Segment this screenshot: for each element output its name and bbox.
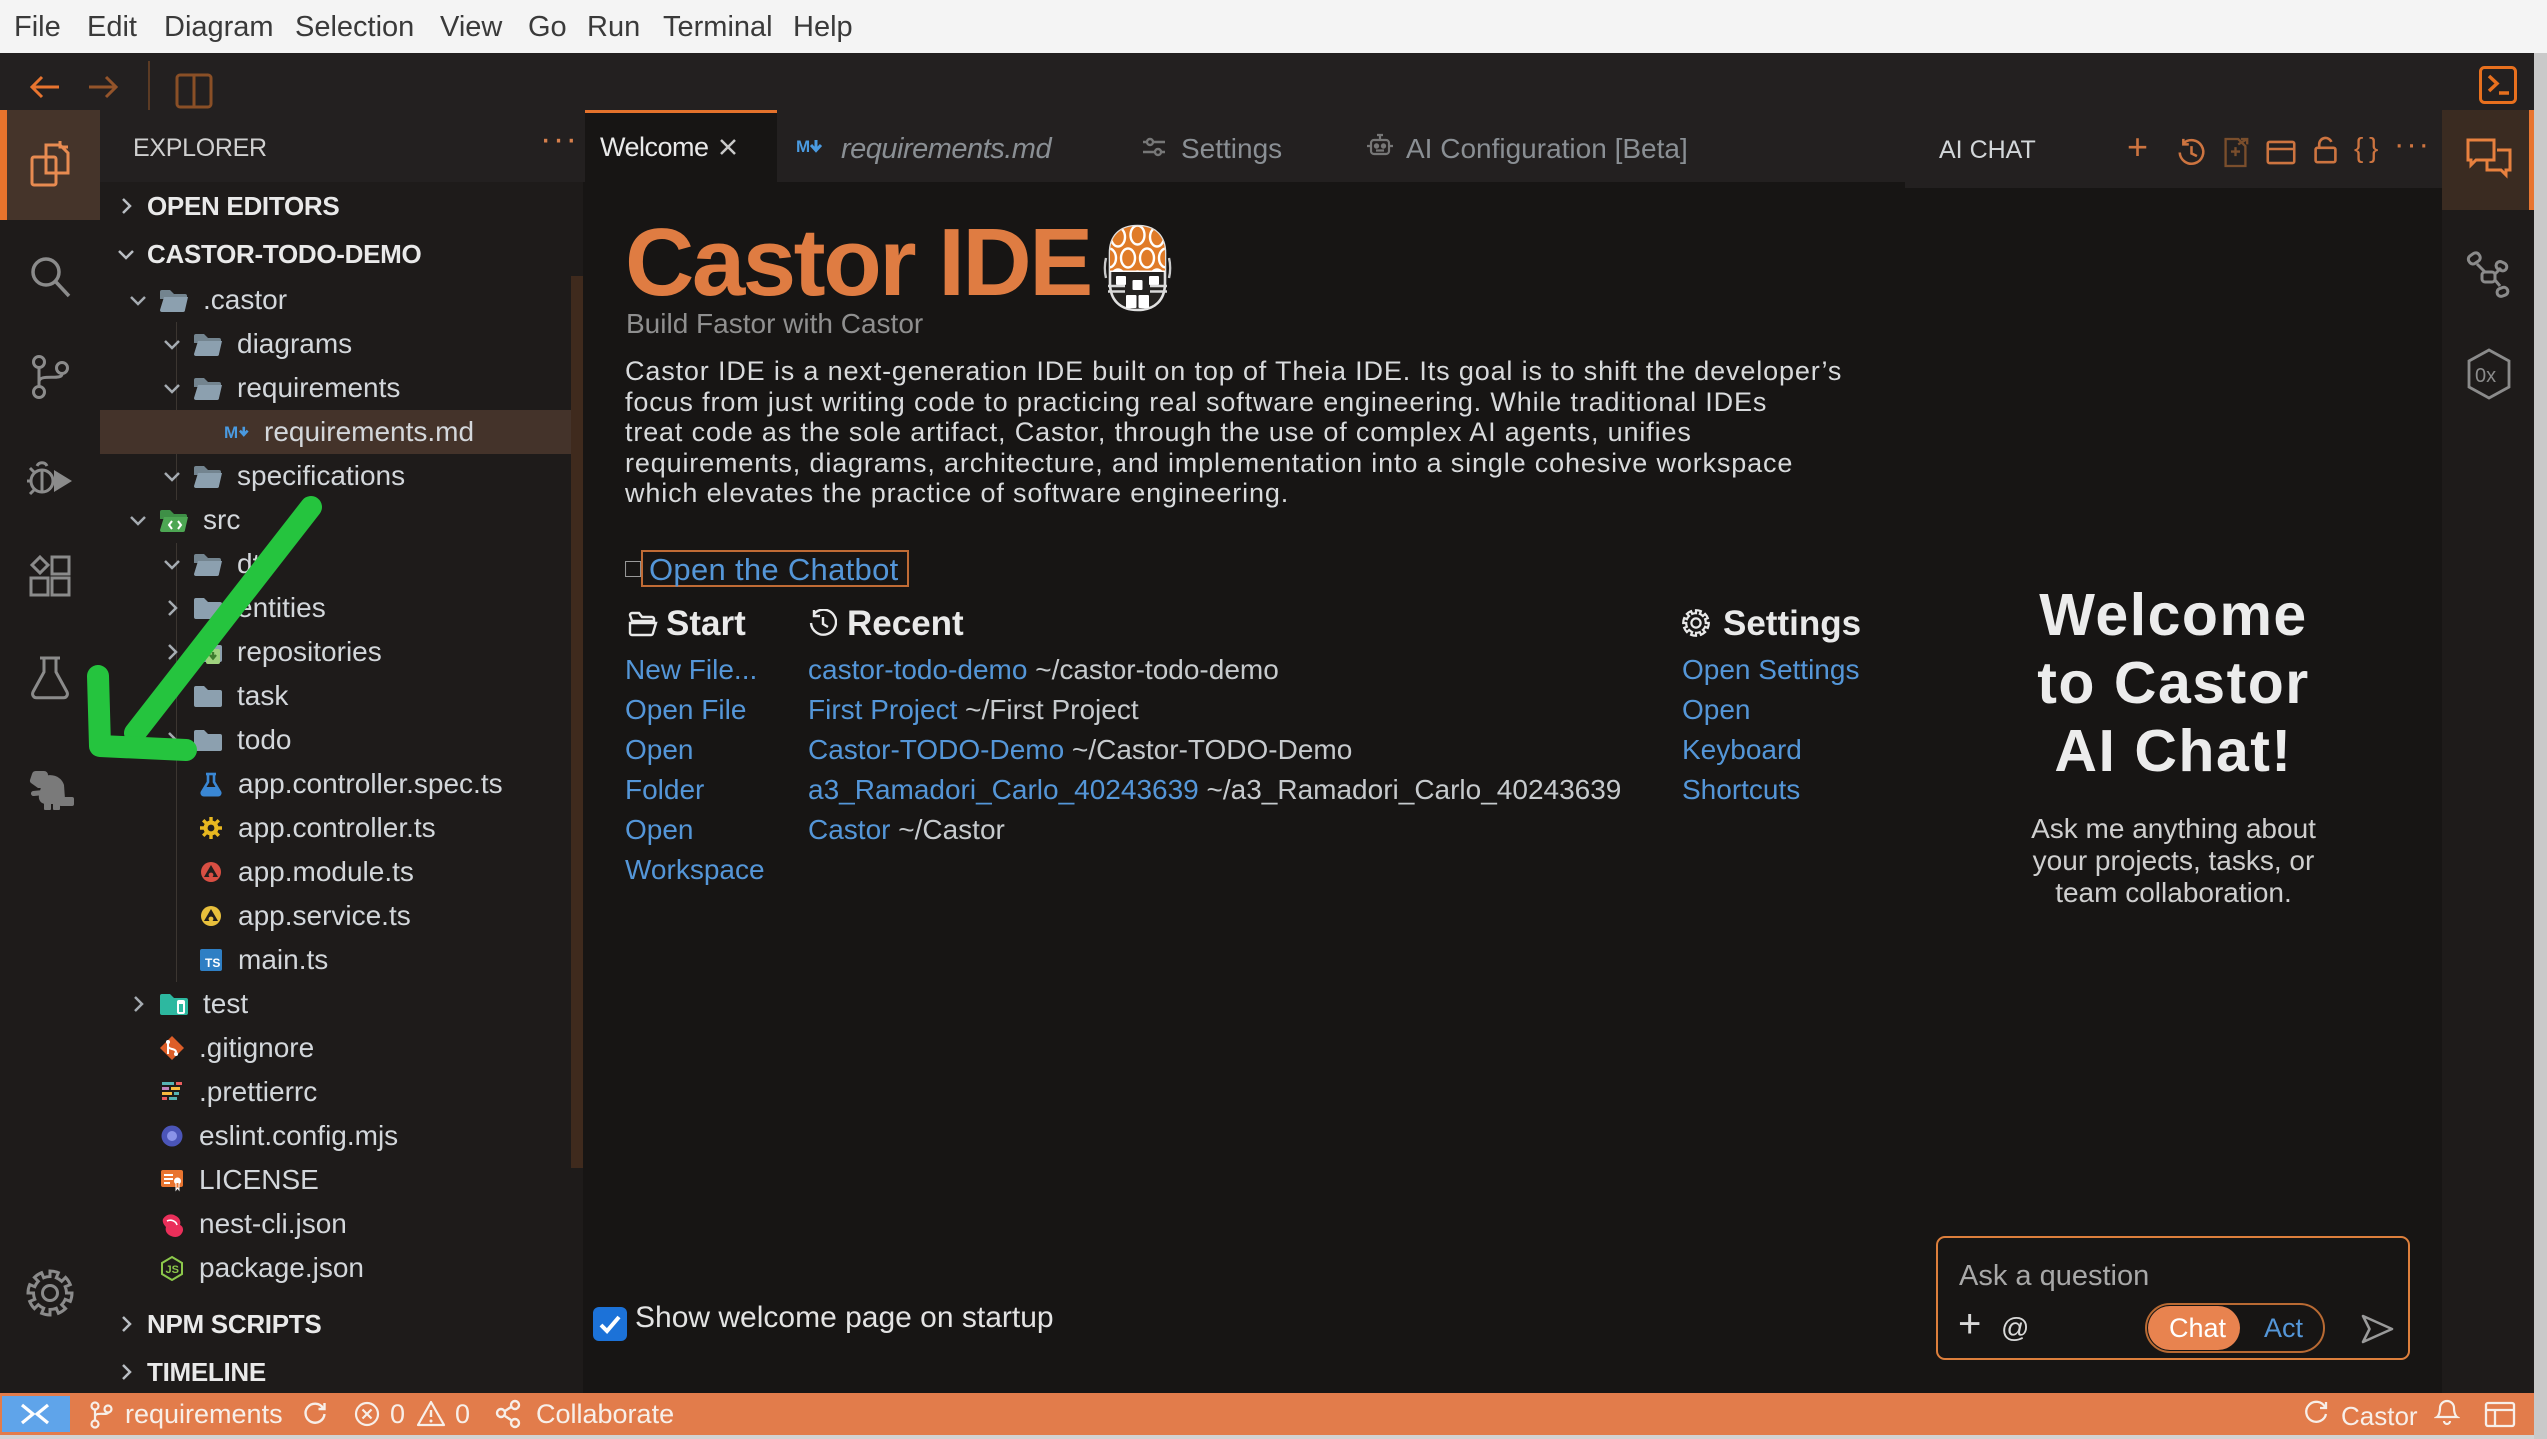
svg-text:0x: 0x	[2475, 365, 2496, 387]
svg-text:M: M	[796, 137, 810, 156]
